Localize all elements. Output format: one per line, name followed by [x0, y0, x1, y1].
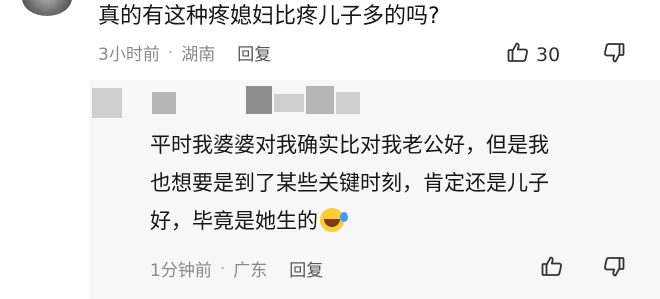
- reply-text-line-last: 好，毕竟是她生的: [150, 202, 650, 240]
- meta-separator: ·: [167, 42, 174, 63]
- reply-meta: 1分钟前 · 广东 回复: [150, 256, 323, 282]
- comment-text: 真的有这种疼媳妇比疼儿子多的吗?: [98, 4, 440, 29]
- reply-text-line: 平时我婆婆对我确实比对我老公好，但是我: [150, 133, 549, 157]
- comment-location: 湖南: [181, 45, 216, 65]
- comment-dislike-button[interactable]: [602, 41, 626, 69]
- meta-separator: ·: [219, 258, 226, 279]
- censored-username-part: [152, 92, 176, 114]
- reply-dislike-button[interactable]: [602, 255, 626, 283]
- reply-location: 广东: [233, 261, 268, 281]
- thumbs-up-icon: [506, 40, 530, 69]
- comment-meta: 3小时前 · 湖南 回复: [98, 40, 271, 66]
- commenter-avatar[interactable]: [22, 0, 72, 16]
- thumbs-down-icon: [602, 257, 626, 283]
- reply-text: 平时我婆婆对我确实比对我老公好，但是我 也想要是到了某些关键时刻，肯定还是儿子 …: [150, 126, 650, 240]
- comment-reply-button[interactable]: 回复: [237, 40, 271, 65]
- reply-text-line: 也想要是到了某些关键时刻，肯定还是儿子: [150, 171, 549, 195]
- comment-like-count: 30: [536, 43, 561, 66]
- censored-avatar: [92, 88, 122, 118]
- reply-time: 1分钟前: [150, 261, 212, 281]
- thumbs-down-icon: [602, 43, 626, 69]
- laughing-crying-emoji-icon: [320, 208, 348, 232]
- thumbs-up-icon: [540, 256, 564, 282]
- censored-username-part: [306, 86, 334, 114]
- comment-like-button[interactable]: 30: [506, 40, 560, 69]
- reply-reply-button[interactable]: 回复: [289, 256, 323, 281]
- censored-username-part: [246, 86, 272, 114]
- reply-like-button[interactable]: [540, 254, 564, 282]
- censored-username-part: [336, 92, 360, 114]
- censored-username-part: [274, 94, 304, 112]
- comment-time: 3小时前: [98, 45, 160, 65]
